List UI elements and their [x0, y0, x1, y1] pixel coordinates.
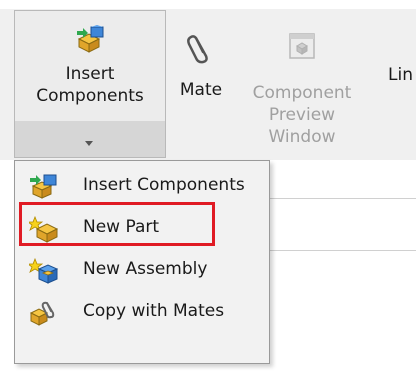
insert-components-label: Insert Components [15, 63, 165, 107]
insert-components-label-line1: Insert [65, 64, 115, 84]
insert-components-button[interactable]: Insert Components [15, 11, 165, 122]
insert-components-dropdown-toggle[interactable] [15, 121, 165, 157]
menu-item-label: Copy with Mates [83, 301, 225, 321]
app-window: Insert Components Mate Component Preview… [0, 0, 416, 371]
new-assembly-icon [26, 257, 59, 285]
annotation-highlight-box [19, 202, 215, 246]
component-preview-window-label: Component Preview Window [236, 82, 368, 148]
preview-window-icon [288, 32, 316, 60]
background-divider [270, 250, 416, 251]
command-manager-ribbon: Insert Components Mate Component Preview… [0, 0, 416, 160]
insert-components-icon [75, 25, 105, 55]
mate-label: Mate [179, 80, 223, 100]
linear-pattern-partial-label[interactable]: Lin [388, 65, 413, 85]
insert-components-label-line2: Components [36, 86, 144, 106]
background-divider [270, 198, 416, 199]
preview-label-line2: Preview [268, 105, 336, 125]
preview-label-line1: Component [252, 83, 352, 103]
copy-with-mates-icon [29, 299, 59, 327]
ribbon-top-edge [0, 0, 416, 9]
component-preview-window-button[interactable]: Component Preview Window [236, 10, 368, 160]
menu-item-new-assembly[interactable]: New Assembly [15, 249, 269, 293]
menu-item-label: New Assembly [83, 259, 208, 279]
insert-components-split-button[interactable]: Insert Components [14, 10, 166, 158]
chevron-down-icon [85, 141, 93, 146]
preview-label-line3: Window [268, 127, 336, 147]
paperclip-icon [186, 30, 216, 64]
insert-components-dropdown-menu: Insert Components New Part New Assembly … [14, 160, 270, 364]
menu-item-label: Insert Components [83, 175, 245, 195]
menu-item-copy-with-mates[interactable]: Copy with Mates [15, 291, 269, 335]
mate-button[interactable]: Mate [176, 10, 226, 130]
insert-components-icon [29, 173, 59, 201]
